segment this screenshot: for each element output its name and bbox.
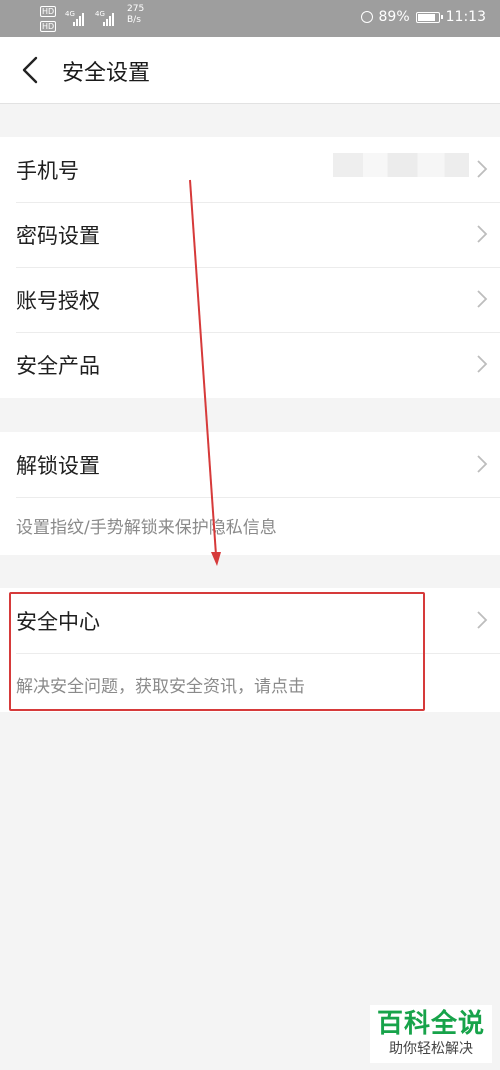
battery-icon bbox=[415, 11, 443, 23]
chevron-right-icon bbox=[477, 225, 488, 243]
unlock-settings-description: 设置指纹/手势解锁来保护隐私信息 bbox=[16, 518, 277, 538]
divider bbox=[16, 497, 500, 498]
back-arrow-icon[interactable] bbox=[16, 54, 48, 86]
watermark-logo: 百科全说 助你轻松解决 bbox=[370, 1005, 492, 1063]
list-item-label: 解锁设置 bbox=[16, 454, 100, 478]
list-item-label: 账号授权 bbox=[16, 289, 100, 313]
signal-icon bbox=[103, 12, 114, 26]
list-item-label: 安全产品 bbox=[16, 354, 100, 378]
chevron-right-icon bbox=[477, 290, 488, 308]
page-title: 安全设置 bbox=[62, 61, 151, 86]
unlock-settings-group: 解锁设置 设置指纹/手势解锁来保护隐私信息 bbox=[0, 432, 500, 555]
list-item-security-products[interactable]: 安全产品 bbox=[0, 332, 500, 397]
hd-badge: HD bbox=[40, 6, 57, 17]
alarm-icon bbox=[360, 11, 373, 23]
watermark-subtitle: 助你轻松解决 bbox=[389, 1041, 473, 1057]
chevron-right-icon bbox=[477, 611, 488, 629]
chevron-right-icon bbox=[477, 355, 488, 373]
list-item-label: 密码设置 bbox=[16, 224, 100, 248]
title-bar: 安全设置 bbox=[0, 37, 500, 104]
list-item-unlock-settings[interactable]: 解锁设置 bbox=[0, 432, 500, 497]
clock: 11:13 bbox=[445, 9, 486, 25]
watermark-title: 百科全说 bbox=[376, 1009, 485, 1039]
list-item-authorization[interactable]: 账号授权 bbox=[0, 267, 500, 332]
highlight-box bbox=[9, 592, 425, 711]
list-item-label: 手机号 bbox=[16, 159, 79, 183]
network-speed: 275 B/s bbox=[127, 4, 145, 25]
account-settings-group: 手机号 密码设置 账号授权 安全产品 bbox=[0, 137, 500, 398]
status-right: 89% 11:13 bbox=[360, 9, 486, 25]
list-item-phone[interactable]: 手机号 bbox=[0, 137, 500, 202]
signal-icon bbox=[73, 12, 84, 26]
chevron-right-icon bbox=[477, 455, 488, 473]
masked-phone-number bbox=[333, 153, 469, 177]
battery-percent: 89% bbox=[378, 9, 410, 25]
hd-badge: HD bbox=[40, 21, 57, 32]
status-bar: HD HD 4G 4G 275 B/s 89% 11:13 bbox=[0, 0, 500, 37]
list-item-password[interactable]: 密码设置 bbox=[0, 202, 500, 267]
chevron-right-icon bbox=[477, 160, 488, 178]
